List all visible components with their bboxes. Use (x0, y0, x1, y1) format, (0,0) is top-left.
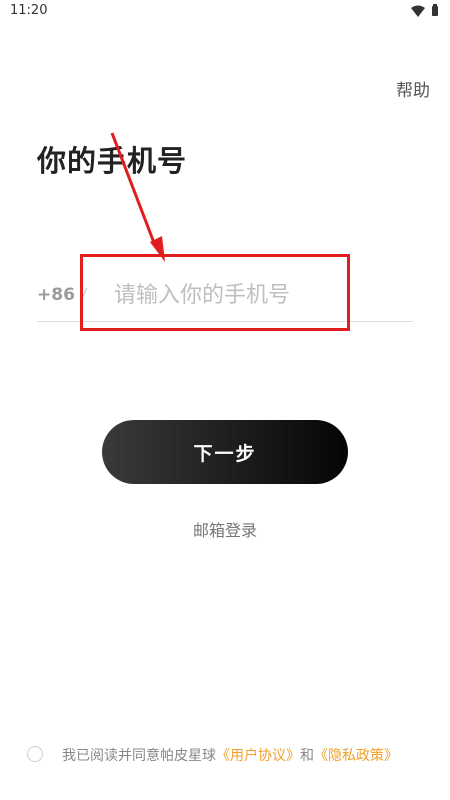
user-agreement-link[interactable]: 《用户协议》 (216, 748, 300, 764)
battery-icon (432, 4, 438, 16)
agreement-text: 我已阅读并同意帕皮星球《用户协议》和《隐私政策》 (62, 745, 398, 765)
annotation-highlight-box (80, 254, 350, 331)
status-bar: 11:20 (0, 0, 450, 22)
page-title: 你的手机号 (37, 144, 188, 178)
email-login-link[interactable]: 邮箱登录 (0, 517, 450, 541)
country-code[interactable]: +86 (37, 285, 75, 305)
agreement-conjunction: 和 (300, 748, 314, 764)
help-link[interactable]: 帮助 (396, 76, 430, 101)
agreement-checkbox[interactable] (27, 746, 43, 762)
agreement-prefix: 我已阅读并同意帕皮星球 (62, 748, 216, 764)
status-time: 11:20 (10, 3, 48, 18)
agreement-row: 我已阅读并同意帕皮星球《用户协议》和《隐私政策》 (27, 745, 447, 765)
annotation-arrow-icon (110, 132, 165, 262)
privacy-policy-link[interactable]: 《隐私政策》 (314, 748, 398, 764)
next-step-button[interactable]: 下一步 (102, 420, 348, 484)
